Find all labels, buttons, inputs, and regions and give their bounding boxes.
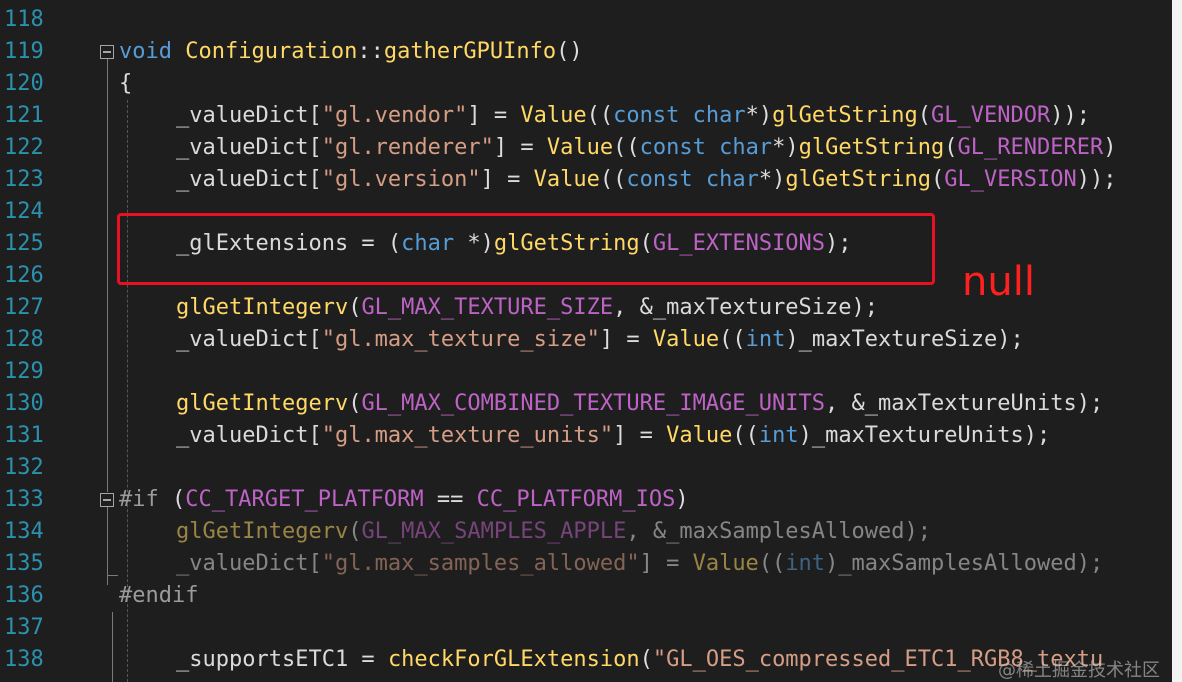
code-line: 138 _supportsETC1 = checkForGLExtension(… xyxy=(0,644,1172,676)
line-number: 126 xyxy=(4,263,44,288)
code-line: 132 xyxy=(0,452,1172,484)
code-text: glGetIntegerv(GL_MAX_COMBINED_TEXTURE_IM… xyxy=(176,391,1104,416)
line-number: 138 xyxy=(4,647,44,672)
line-number: 118 xyxy=(4,7,44,32)
code-line: 136 #endif xyxy=(0,580,1172,612)
code-line: 123 _valueDict["gl.version"] = Value((co… xyxy=(0,164,1172,196)
code-line: 122 _valueDict["gl.renderer"] = Value((c… xyxy=(0,132,1172,164)
line-number: 120 xyxy=(4,71,44,96)
code-line: 135 _valueDict["gl.max_samples_allowed"]… xyxy=(0,548,1172,580)
line-number: 132 xyxy=(4,455,44,480)
code-text: #endif xyxy=(119,583,199,608)
line-number: 133 xyxy=(4,487,44,512)
line-number: 128 xyxy=(4,327,44,352)
line-number: 125 xyxy=(4,231,44,256)
line-number: 129 xyxy=(4,359,44,384)
code-line: 130 glGetIntegerv(GL_MAX_COMBINED_TEXTUR… xyxy=(0,388,1172,420)
line-number: 122 xyxy=(4,135,44,160)
code-text: glGetIntegerv(GL_MAX_SAMPLES_APPLE, &_ma… xyxy=(176,519,932,544)
line-number: 136 xyxy=(4,583,44,608)
code-line: 121 _valueDict["gl.vendor"] = Value((con… xyxy=(0,100,1172,132)
code-text: _valueDict["gl.vendor"] = Value((const c… xyxy=(176,103,1091,128)
code-text: _valueDict["gl.renderer"] = Value((const… xyxy=(176,135,1117,160)
line-number: 119 xyxy=(4,39,44,64)
line-number: 137 xyxy=(4,615,44,640)
code-line: 137 xyxy=(0,612,1172,644)
code-line: 128 _valueDict["gl.max_texture_size"] = … xyxy=(0,324,1172,356)
code-editor[interactable]: 118 119 void Configuration::gatherGPUInf… xyxy=(0,0,1172,682)
line-number: 131 xyxy=(4,423,44,448)
line-number: 134 xyxy=(4,519,44,544)
code-text: _valueDict["gl.version"] = Value((const … xyxy=(176,167,1117,192)
code-line: 134 glGetIntegerv(GL_MAX_SAMPLES_APPLE, … xyxy=(0,516,1172,548)
code-line: 129 xyxy=(0,356,1172,388)
line-number: 124 xyxy=(4,199,44,224)
line-number: 127 xyxy=(4,295,44,320)
code-text: glGetIntegerv(GL_MAX_TEXTURE_SIZE, &_max… xyxy=(176,295,879,320)
code-text: _valueDict["gl.max_texture_units"] = Val… xyxy=(176,423,1051,448)
code-text: _valueDict["gl.max_texture_size"] = Valu… xyxy=(176,327,1024,352)
code-line: 119 void Configuration::gatherGPUInfo() xyxy=(0,36,1172,68)
code-text: { xyxy=(119,71,133,96)
line-number: 121 xyxy=(4,103,44,128)
code-line: 131 _valueDict["gl.max_texture_units"] =… xyxy=(0,420,1172,452)
watermark: @稀土掘金技术社区 xyxy=(998,660,1160,681)
code-text: _supportsETC1 = checkForGLExtension("GL_… xyxy=(176,647,1104,672)
line-number: 123 xyxy=(4,167,44,192)
code-line: 133 #if (CC_TARGET_PLATFORM == CC_PLATFO… xyxy=(0,484,1172,516)
code-text: _valueDict["gl.max_samples_allowed"] = V… xyxy=(176,551,1104,576)
annotation-label: null xyxy=(962,259,1035,305)
code-line: 120 { xyxy=(0,68,1172,100)
code-text: #if (CC_TARGET_PLATFORM == CC_PLATFORM_I… xyxy=(119,487,689,512)
highlight-box xyxy=(117,213,935,285)
code-line: 118 xyxy=(0,4,1172,36)
code-text: void Configuration::gatherGPUInfo() xyxy=(119,39,583,64)
line-number: 130 xyxy=(4,391,44,416)
line-number: 135 xyxy=(4,551,44,576)
